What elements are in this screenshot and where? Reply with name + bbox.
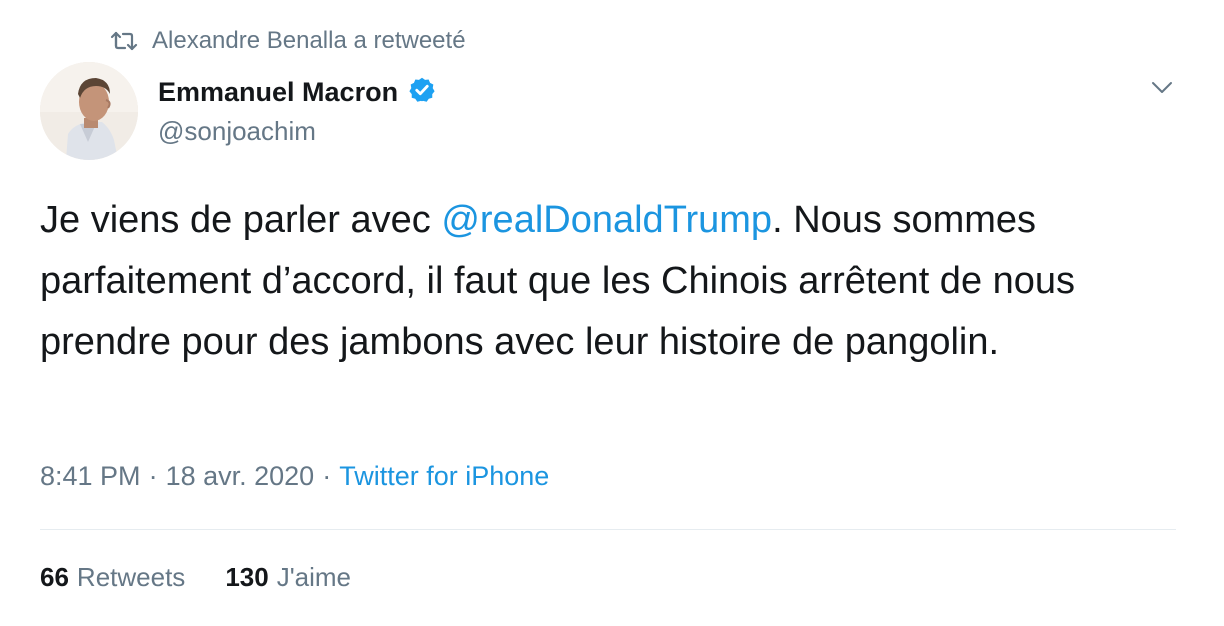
tweet-stats: 66 Retweets 130 J'aime bbox=[40, 562, 351, 593]
meta-separator: · bbox=[322, 461, 332, 491]
author-name[interactable]: Emmanuel Macron bbox=[158, 77, 398, 108]
mention-link[interactable]: @realDonaldTrump bbox=[441, 199, 772, 241]
retweet-icon bbox=[110, 29, 138, 53]
meta-separator: · bbox=[148, 461, 158, 491]
retweets-label: Retweets bbox=[76, 562, 186, 592]
retweet-context[interactable]: Alexandre Benalla a retweeté bbox=[110, 26, 466, 56]
tweet-text-start: Je viens de parler avec bbox=[40, 199, 442, 241]
divider bbox=[40, 529, 1176, 530]
tweet-text: Je viens de parler avec @realDonaldTrump… bbox=[40, 190, 1160, 373]
tweet: Alexandre Benalla a retweeté Emmanuel Ma… bbox=[0, 0, 1224, 626]
retweet-context-text[interactable]: Alexandre Benalla a retweeté bbox=[152, 26, 466, 56]
tweet-source-link[interactable]: Twitter for iPhone bbox=[339, 461, 549, 492]
name-row: Emmanuel Macron bbox=[158, 72, 436, 112]
chevron-down-icon[interactable] bbox=[1148, 74, 1176, 102]
likes-count: 130 bbox=[225, 562, 269, 592]
tweet-time[interactable]: 8:41 PM bbox=[40, 461, 141, 492]
likes-label: J'aime bbox=[276, 562, 352, 592]
retweets-stat[interactable]: 66 Retweets bbox=[40, 562, 185, 593]
tweet-meta: 8:41 PM · 18 avr. 2020 · Twitter for iPh… bbox=[40, 461, 549, 492]
tweet-date[interactable]: 18 avr. 2020 bbox=[166, 461, 315, 492]
verified-badge-icon bbox=[408, 76, 436, 109]
retweets-count: 66 bbox=[40, 562, 69, 592]
likes-stat[interactable]: 130 J'aime bbox=[225, 562, 351, 593]
tweet-header: Emmanuel Macron @sonjoachim bbox=[158, 72, 436, 147]
author-handle[interactable]: @sonjoachim bbox=[158, 116, 436, 147]
avatar[interactable] bbox=[40, 62, 138, 160]
